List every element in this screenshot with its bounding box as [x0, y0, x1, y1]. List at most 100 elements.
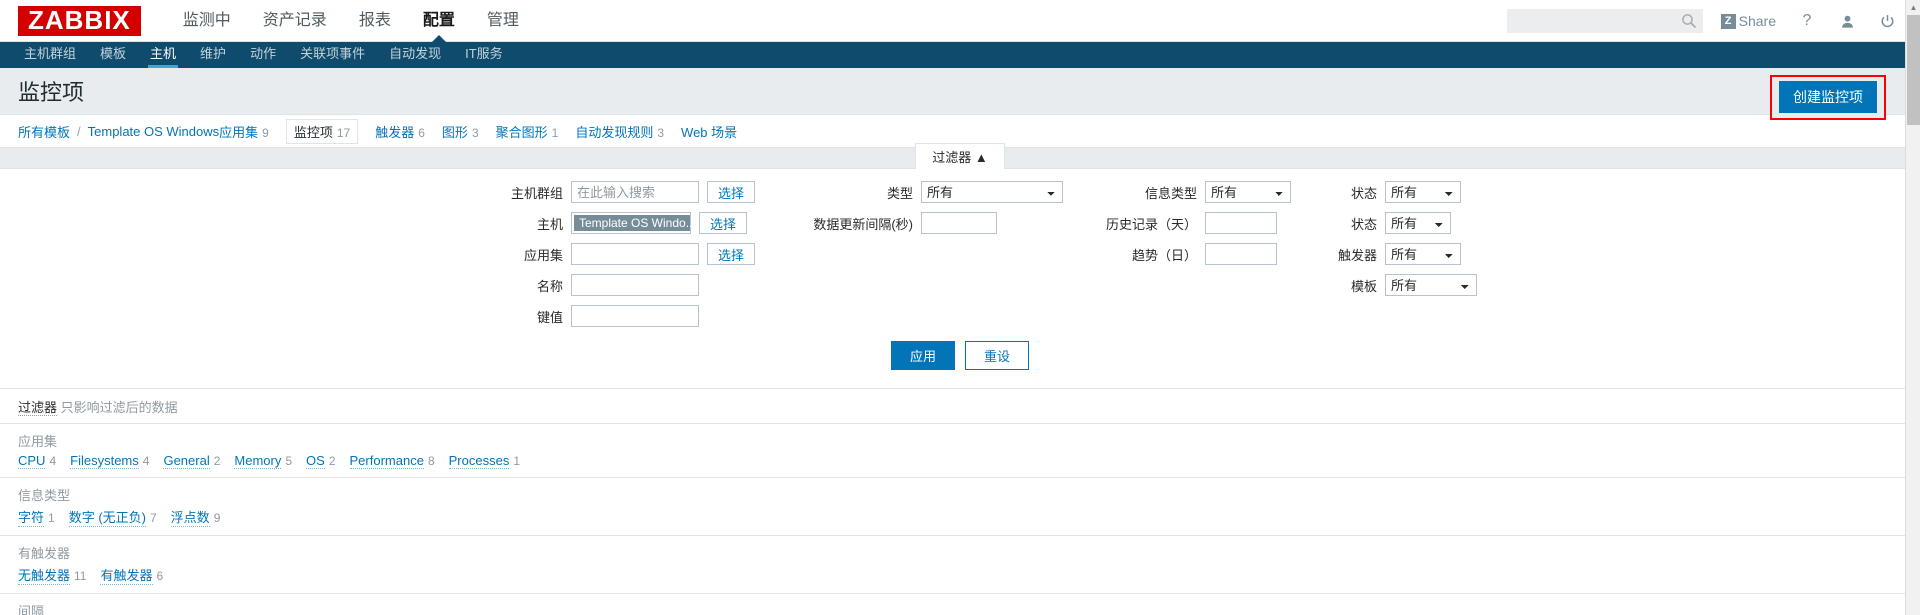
filter-row-state: 状态 所有 [1321, 212, 1477, 234]
filter-row-appset: 应用集 选择 [443, 243, 755, 265]
valuetype-label: 信息类型 [1144, 185, 1197, 201]
trend-label: 趋势（日） [1131, 247, 1197, 263]
sidebar-item-services[interactable]: IT服务 [453, 42, 515, 68]
tab-items[interactable]: 监控项 17 [285, 119, 359, 144]
nav-item-administration[interactable]: 管理 [471, 0, 535, 42]
summary-title: 有触发器 [18, 546, 71, 561]
summary-block-triggers: 有触发器 无触发器 11 有触发器 6 [0, 535, 1920, 593]
summary-item-name: Performance [349, 453, 424, 469]
state-select[interactable]: 所有 [1385, 212, 1451, 234]
list-item[interactable]: OS 2 [306, 453, 336, 469]
sidebar-item-maintenance[interactable]: 维护 [188, 42, 238, 68]
tab-graphs-label: 图形 [441, 125, 468, 140]
list-item[interactable]: Memory 5 [234, 453, 292, 469]
valuetype-select[interactable]: 所有 [1205, 181, 1291, 203]
status-select[interactable]: 所有 [1385, 181, 1461, 203]
sidebar-item-correlation[interactable]: 关联项事件 [288, 42, 377, 68]
reset-button[interactable]: 重设 [965, 341, 1030, 370]
page-title: 监控项 [18, 80, 85, 105]
page-scrollbar[interactable]: ▲ [1905, 0, 1920, 615]
interval-input[interactable] [921, 212, 997, 234]
share-label: Share [1738, 13, 1776, 29]
list-item[interactable]: 浮点数 9 [170, 507, 220, 527]
breadcrumb-all-templates[interactable]: 所有模板 [18, 122, 70, 141]
tab-discovery-rules[interactable]: 自动发现规则 3 [575, 122, 664, 141]
list-item[interactable]: Filesystems 4 [70, 453, 149, 469]
list-item[interactable]: CPU 4 [18, 453, 56, 469]
tab-screens[interactable]: 聚合图形 1 [496, 122, 559, 141]
scroll-up-icon[interactable]: ▲ [1906, 0, 1920, 15]
trend-input[interactable] [1205, 243, 1277, 265]
history-input[interactable] [1205, 212, 1277, 234]
top-bar: ZABBIX 监测中 资产记录 报表 配置 管理 Z Share ? [0, 0, 1920, 42]
top-right-controls: Z Share ? [1506, 0, 1902, 42]
create-item-button[interactable]: 创建监控项 [1779, 81, 1877, 113]
filter-panel: 主机群组 选择 主机 Template OS Windo... ✖ 选择 应用集… [0, 168, 1920, 388]
filter-note: 过滤器 只影响过滤后的数据 [0, 388, 1920, 423]
tab-graphs[interactable]: 图形 3 [442, 122, 479, 141]
summary-item-count: 11 [74, 569, 87, 583]
scrollbar-thumb[interactable] [1907, 15, 1920, 125]
filter-tab[interactable]: 过滤器 ▲ [915, 143, 1005, 169]
search-icon[interactable] [1681, 13, 1697, 29]
name-label: 名称 [536, 278, 563, 294]
user-icon[interactable] [1838, 12, 1856, 30]
summary-item-name: CPU [18, 453, 46, 469]
summary-item-name: 浮点数 [170, 507, 210, 527]
appset-input[interactable] [570, 243, 699, 265]
search-input[interactable] [1506, 9, 1703, 33]
appset-select-button[interactable]: 选择 [706, 243, 755, 265]
tab-web-scenarios[interactable]: Web 场景 [681, 122, 737, 141]
main-navigation: 监测中 资产记录 报表 配置 管理 [167, 0, 535, 42]
page-header-area: 监控项 创建监控项 [0, 68, 1920, 120]
nav-item-configuration[interactable]: 配置 [407, 0, 471, 42]
filter-row-history: 历史记录（天） [1093, 212, 1291, 234]
tab-screens-count: 1 [551, 126, 559, 140]
type-select[interactable]: 所有 [921, 181, 1063, 203]
nav-item-inventory[interactable]: 资产记录 [247, 0, 343, 42]
trigger-label: 触发器 [1337, 247, 1377, 263]
trigger-select[interactable]: 所有 [1385, 243, 1461, 265]
host-select-button[interactable]: 选择 [698, 212, 747, 234]
summary-item-name: General [163, 453, 210, 469]
template-label: 模板 [1350, 278, 1377, 294]
key-input[interactable] [570, 305, 699, 327]
sidebar-item-hosts[interactable]: 主机 [138, 42, 188, 68]
host-input[interactable]: Template OS Windo... ✖ [570, 212, 710, 234]
tab-applications[interactable]: 应用集 9 [219, 122, 269, 141]
help-icon[interactable]: ? [1798, 12, 1816, 30]
list-item[interactable]: 有触发器 6 [100, 565, 163, 585]
list-item[interactable]: General 2 [163, 453, 220, 469]
power-icon[interactable] [1878, 12, 1896, 30]
host-chip[interactable]: Template OS Windo... ✖ [573, 215, 710, 231]
tab-items-count: 17 [336, 126, 351, 140]
apply-button[interactable]: 应用 [890, 341, 955, 370]
list-item[interactable]: 字符 1 [18, 507, 55, 527]
filter-note-strong: 过滤器 [18, 400, 58, 416]
filter-actions: 应用 重设 [0, 327, 1920, 382]
filter-column-2: 类型 所有 数据更新间隔(秒) [785, 181, 1063, 327]
list-item[interactable]: Performance 8 [349, 453, 435, 469]
list-item[interactable]: 无触发器 11 [18, 565, 86, 585]
tab-triggers[interactable]: 触发器 6 [375, 122, 425, 141]
summary-item-count: 8 [427, 454, 435, 468]
summary-items: CPU 4 Filesystems 4 General 2 Memory 5 O… [18, 453, 1902, 469]
sidebar-item-hostgroups[interactable]: 主机群组 [12, 42, 88, 68]
sidebar-item-actions[interactable]: 动作 [238, 42, 288, 68]
list-item[interactable]: 数字 (无正负) 7 [68, 507, 157, 527]
name-input[interactable] [570, 274, 699, 296]
zabbix-logo[interactable]: ZABBIX [18, 5, 141, 36]
list-item[interactable]: Processes 1 [448, 453, 520, 469]
filter-row-host: 主机 Template OS Windo... ✖ 选择 [443, 212, 755, 234]
hostgroup-select-button[interactable]: 选择 [706, 181, 755, 203]
summary-item-name: Filesystems [70, 453, 139, 469]
summary-title: 信息类型 [18, 488, 71, 503]
share-button[interactable]: Z Share [1720, 13, 1776, 29]
sidebar-item-discovery[interactable]: 自动发现 [377, 42, 453, 68]
nav-item-monitoring[interactable]: 监测中 [167, 0, 247, 42]
nav-item-reports[interactable]: 报表 [343, 0, 407, 42]
sidebar-item-templates[interactable]: 模板 [88, 42, 138, 68]
breadcrumb-host[interactable]: Template OS Windows [88, 124, 220, 139]
hostgroup-input[interactable] [570, 181, 699, 203]
template-select[interactable]: 所有 [1385, 274, 1477, 296]
